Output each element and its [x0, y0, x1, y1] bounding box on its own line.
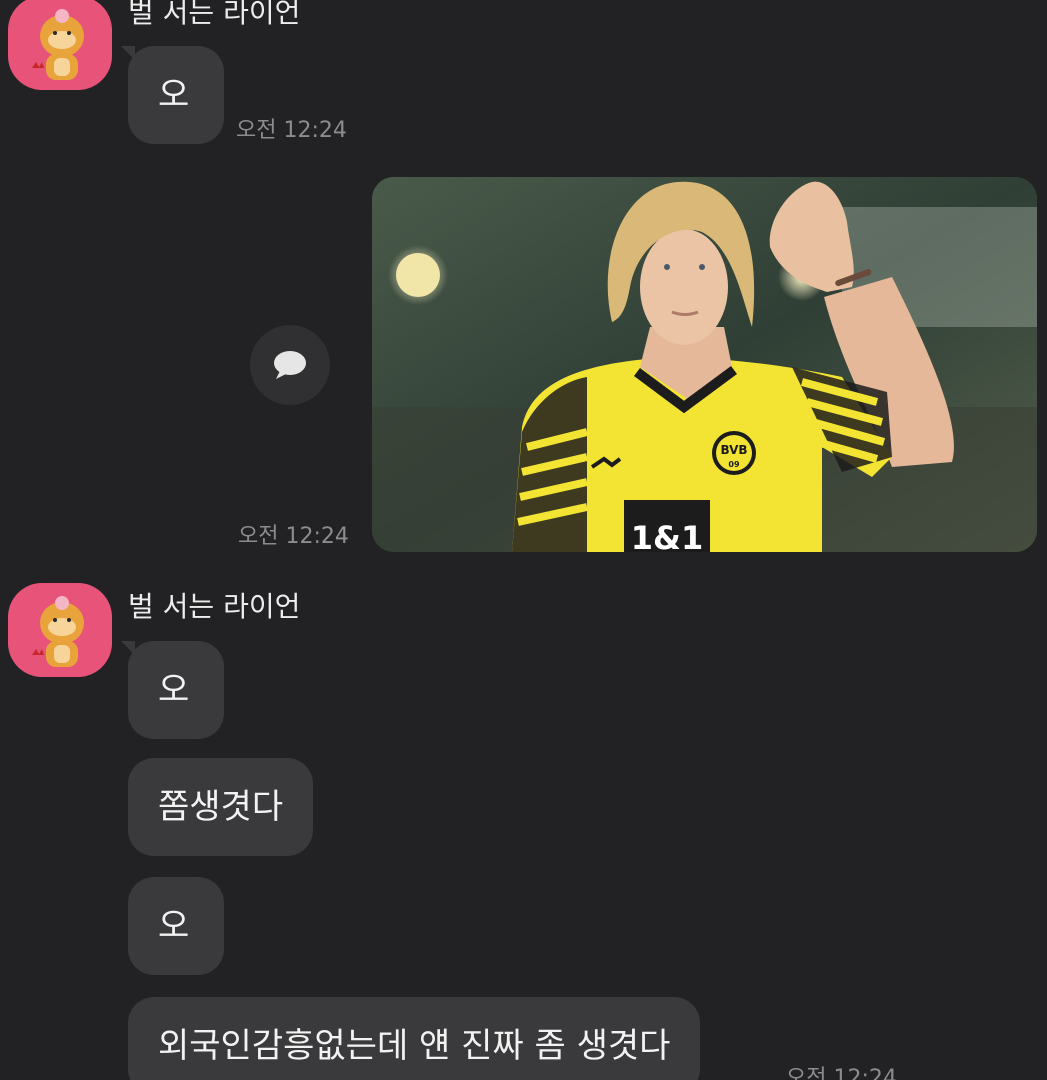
message-time: 오전 12:24: [236, 118, 347, 143]
share-button[interactable]: [250, 325, 330, 405]
chat-screen: 벌 서는 라이언 오 오전 12:24 BVB 09 1&1 오전 12:24 …: [0, 0, 1047, 1080]
message-bubble[interactable]: 외국인감흥없는데 얜 진짜 좀 생겻다: [128, 997, 701, 1080]
lion-character-icon: [32, 596, 84, 667]
lion-character-icon: [32, 9, 84, 80]
photo-time: 오전 12:24: [238, 524, 349, 549]
crest-text: BVB: [720, 443, 747, 457]
message-bubble[interactable]: 오: [121, 46, 224, 144]
sender-avatar[interactable]: [8, 0, 112, 90]
crest-year: 09: [728, 460, 740, 469]
message-bubble[interactable]: 쫌생겻다: [128, 758, 314, 856]
sponsor-text: 1&1: [631, 519, 703, 552]
sender-name: 벌 서는 라이언: [128, 0, 301, 29]
message-time: 오전 12:24: [786, 1066, 897, 1080]
chat-bubble-icon: [274, 351, 306, 379]
message-bubble[interactable]: 오: [121, 641, 224, 739]
message-bubble[interactable]: 오: [128, 877, 224, 975]
sender-name: 벌 서는 라이언: [128, 590, 301, 623]
photo-content: BVB 09 1&1: [372, 177, 1037, 552]
sender-avatar[interactable]: [8, 583, 112, 677]
photo-message[interactable]: BVB 09 1&1: [372, 177, 1037, 552]
